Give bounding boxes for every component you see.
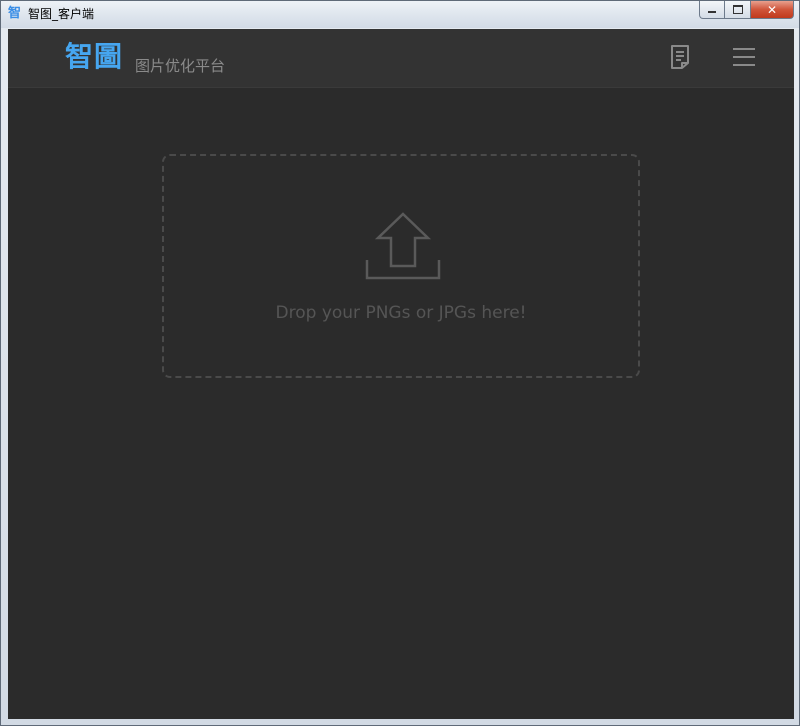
app-header: 智圖 图片优化平台 bbox=[8, 29, 794, 88]
window-controls: ✕ bbox=[699, 1, 794, 20]
image-dropzone[interactable]: Drop your PNGs or JPGs here! bbox=[162, 154, 640, 378]
minimize-button[interactable] bbox=[699, 1, 725, 19]
upload-arrow-icon bbox=[365, 212, 441, 280]
maximize-icon bbox=[732, 5, 743, 14]
app-window: 智 智图_客户端 ✕ 智圖 图片优化平台 Drop your PNGs or J… bbox=[0, 0, 800, 726]
slogan: 图片优化平台 bbox=[135, 57, 226, 75]
app-icon: 智 bbox=[8, 6, 22, 21]
minimize-icon bbox=[708, 11, 716, 13]
logo: 智圖 bbox=[65, 40, 124, 73]
window-title: 智图_客户端 bbox=[28, 7, 95, 21]
close-button[interactable]: ✕ bbox=[751, 1, 794, 19]
hamburger-menu-icon bbox=[733, 48, 755, 66]
dropzone-label: Drop your PNGs or JPGs here! bbox=[275, 303, 527, 323]
document-icon bbox=[671, 45, 689, 69]
app-client-area: 智圖 图片优化平台 Drop your PNGs or JPGs here! bbox=[8, 29, 794, 719]
menu-button[interactable] bbox=[730, 43, 758, 71]
title-bar[interactable]: 智 智图_客户端 ✕ bbox=[1, 1, 799, 28]
document-button[interactable] bbox=[666, 43, 694, 71]
maximize-button[interactable] bbox=[725, 1, 751, 19]
close-icon: ✕ bbox=[766, 2, 778, 17]
